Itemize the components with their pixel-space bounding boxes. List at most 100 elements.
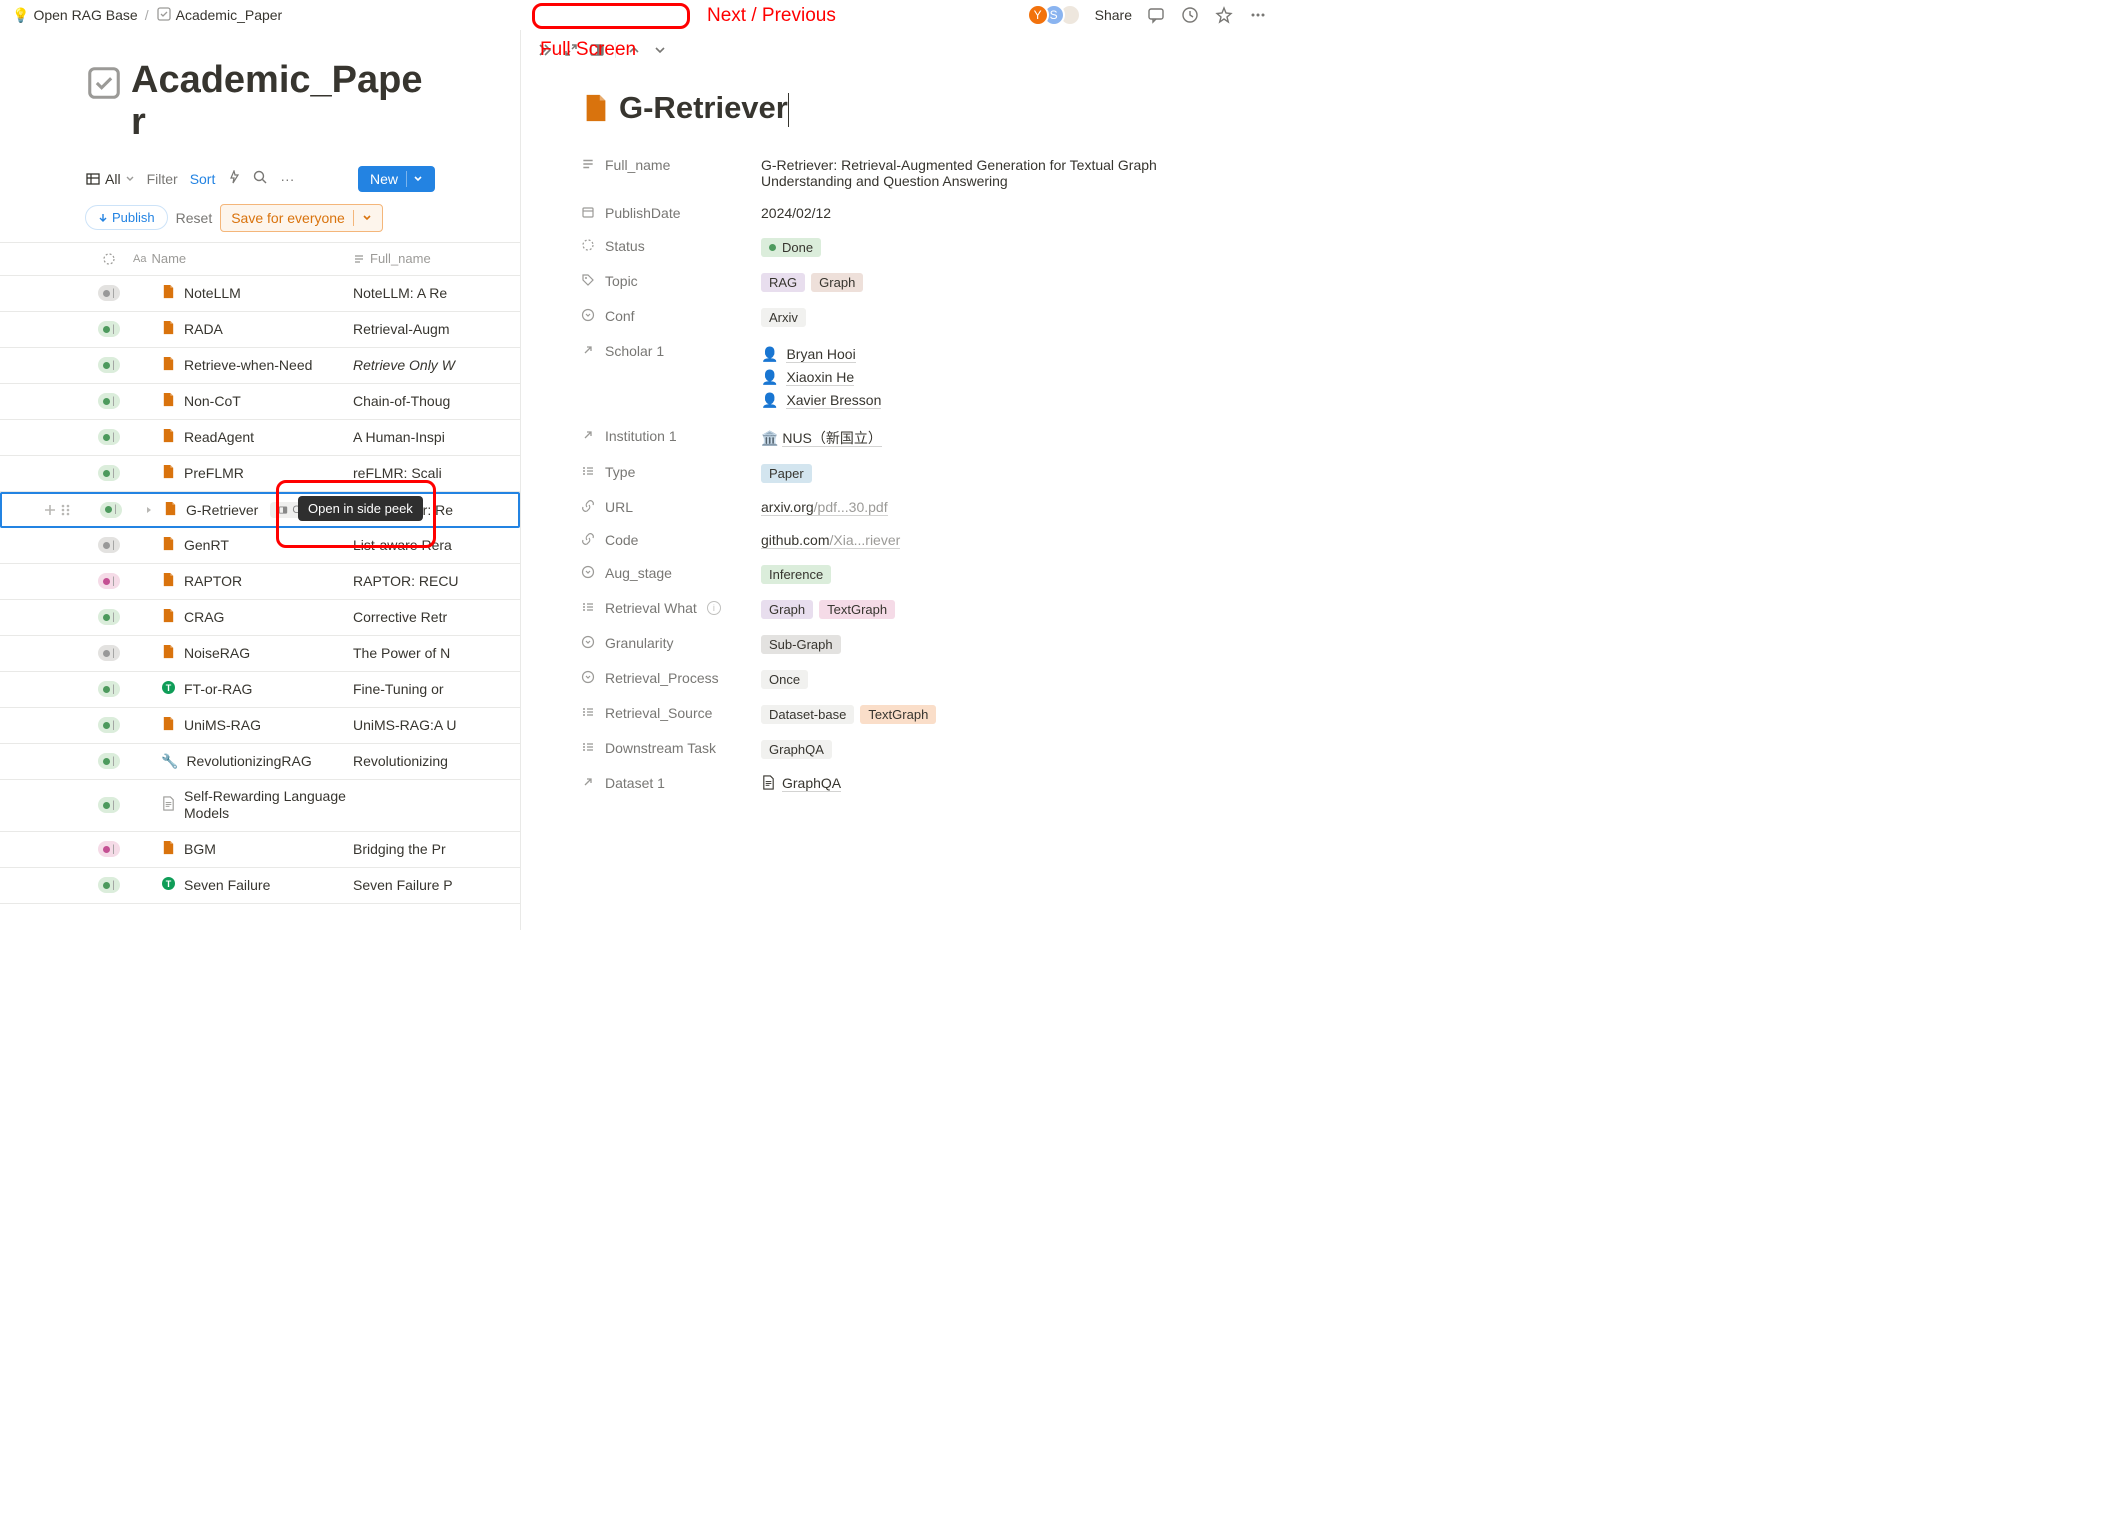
- status-cell[interactable]: |: [85, 841, 133, 857]
- property-value[interactable]: github.com/Xia...riever: [761, 532, 1220, 549]
- table-row[interactable]: | Retrieve-when-NeedRetrieve Only W: [0, 348, 520, 384]
- table-row[interactable]: |PreFLMRreFLMR: Scali: [0, 456, 520, 492]
- status-cell[interactable]: |: [85, 573, 133, 589]
- chevron-down-icon[interactable]: [406, 171, 423, 187]
- table-row[interactable]: |Self-Rewarding Language Models: [0, 780, 520, 832]
- star-icon[interactable]: [1214, 5, 1234, 25]
- prev-icon[interactable]: [622, 38, 646, 62]
- table-row[interactable]: |🔧RevolutionizingRAGRevolutionizing: [0, 744, 520, 780]
- property-value[interactable]: G-Retriever: Retrieval-Augmented Generat…: [761, 157, 1220, 189]
- property-value[interactable]: Once: [761, 670, 1220, 689]
- fullname-cell[interactable]: Corrective Retr: [353, 609, 520, 625]
- name-cell[interactable]: ReadAgent: [161, 428, 353, 446]
- new-button[interactable]: New: [358, 166, 435, 192]
- table-row[interactable]: | NoteLLMNoteLLM: A Re: [0, 276, 520, 312]
- breadcrumb-root[interactable]: 💡 Open RAG Base: [12, 7, 138, 24]
- property-row[interactable]: Retrieval_ProcessOnce: [581, 662, 1220, 697]
- automation-icon[interactable]: [227, 170, 241, 187]
- table-row[interactable]: | BGMBridging the Pr: [0, 832, 520, 868]
- col-fullname[interactable]: Full_name: [353, 251, 520, 266]
- chevron-down-icon[interactable]: [353, 210, 372, 226]
- status-cell[interactable]: |: [85, 537, 133, 553]
- name-cell[interactable]: NoteLLM: [161, 284, 353, 302]
- fullname-cell[interactable]: Revolutionizing: [353, 753, 520, 769]
- property-row[interactable]: TopicRAGGraph: [581, 265, 1220, 300]
- property-value[interactable]: RAGGraph: [761, 273, 1220, 292]
- property-row[interactable]: StatusDone: [581, 230, 1220, 265]
- status-cell[interactable]: |: [85, 393, 133, 409]
- name-cell[interactable]: TSeven Failure: [161, 876, 353, 894]
- info-icon[interactable]: i: [707, 601, 721, 615]
- table-row[interactable]: |TSeven FailureSeven Failure P: [0, 868, 520, 904]
- property-row[interactable]: Retrieval WhatiGraphTextGraph: [581, 592, 1220, 627]
- more-icon[interactable]: [1248, 5, 1268, 25]
- fullname-cell[interactable]: Retrieval-Augm: [353, 321, 520, 337]
- status-cell[interactable]: |: [85, 681, 133, 697]
- table-row[interactable]: |ReadAgentA Human-Inspi: [0, 420, 520, 456]
- property-value[interactable]: 🏛️ NUS（新国立）: [761, 428, 1220, 448]
- table-row[interactable]: |CRAGCorrective Retr: [0, 600, 520, 636]
- property-value[interactable]: Done: [761, 238, 1220, 257]
- name-cell[interactable]: Non-CoT: [161, 392, 353, 410]
- fullname-cell[interactable]: The Power of N: [353, 645, 520, 661]
- fullname-cell[interactable]: UniMS-RAG:A U: [353, 717, 520, 733]
- name-cell[interactable]: GenRT: [161, 536, 353, 554]
- fullname-cell[interactable]: Retrieve Only W: [353, 357, 520, 373]
- col-name[interactable]: AaName: [133, 251, 353, 266]
- property-value[interactable]: 👤Bryan Hooi👤Xiaoxin He👤Xavier Bresson: [761, 343, 1220, 412]
- property-row[interactable]: Institution 1🏛️ NUS（新国立）: [581, 420, 1220, 456]
- expand-icon[interactable]: [135, 505, 163, 515]
- filter-button[interactable]: Filter: [147, 171, 178, 187]
- peek-mode-icon[interactable]: [585, 38, 609, 62]
- page-title[interactable]: Academic_Paper: [131, 60, 435, 144]
- table-row[interactable]: |RAPTORRAPTOR: RECU: [0, 564, 520, 600]
- sort-button[interactable]: Sort: [190, 171, 216, 187]
- comments-icon[interactable]: [1146, 5, 1166, 25]
- next-icon[interactable]: [648, 38, 672, 62]
- table-row[interactable]: |TFT-or-RAGFine-Tuning or: [0, 672, 520, 708]
- name-cell[interactable]: Self-Rewarding Language Models: [161, 788, 353, 822]
- fullname-cell[interactable]: Fine-Tuning or: [353, 681, 520, 697]
- col-status[interactable]: [85, 252, 133, 266]
- property-value[interactable]: Paper: [761, 464, 1220, 483]
- property-row[interactable]: Scholar 1👤Bryan Hooi👤Xiaoxin He👤Xavier B…: [581, 335, 1220, 420]
- name-cell[interactable]: CRAG: [161, 608, 353, 626]
- row-handles[interactable]: [42, 502, 72, 518]
- table-row[interactable]: |G-RetrieverOPENG-Retriever: Re: [0, 492, 520, 528]
- scholar-item[interactable]: 👤Xavier Bresson: [761, 389, 881, 412]
- fullname-cell[interactable]: NoteLLM: A Re: [353, 285, 520, 301]
- status-cell[interactable]: |: [85, 645, 133, 661]
- property-value[interactable]: Sub-Graph: [761, 635, 1220, 654]
- name-cell[interactable]: UniMS-RAG: [161, 716, 353, 734]
- fullname-cell[interactable]: Bridging the Pr: [353, 841, 520, 857]
- avatar-stack[interactable]: Y S: [1033, 4, 1081, 26]
- scholar-item[interactable]: 👤Bryan Hooi: [761, 343, 881, 366]
- property-value[interactable]: GraphQA: [761, 775, 1220, 792]
- fullname-cell[interactable]: RAPTOR: RECU: [353, 573, 520, 589]
- expand-icon[interactable]: [559, 38, 583, 62]
- publish-filter[interactable]: Publish: [85, 205, 168, 230]
- property-value[interactable]: GraphQA: [761, 740, 1220, 759]
- share-button[interactable]: Share: [1095, 7, 1132, 23]
- table-row[interactable]: |RADARetrieval-Augm: [0, 312, 520, 348]
- table-row[interactable]: |Non-CoTChain-of-Thoug: [0, 384, 520, 420]
- property-row[interactable]: Aug_stageInference: [581, 557, 1220, 592]
- name-cell[interactable]: NoiseRAG: [161, 644, 353, 662]
- name-cell[interactable]: BGM: [161, 840, 353, 858]
- property-value[interactable]: Arxiv: [761, 308, 1220, 327]
- property-row[interactable]: ConfArxiv: [581, 300, 1220, 335]
- property-row[interactable]: Retrieval_SourceDataset-baseTextGraph: [581, 697, 1220, 732]
- property-row[interactable]: Full_nameG-Retriever: Retrieval-Augmente…: [581, 149, 1220, 197]
- name-cell[interactable]: 🔧RevolutionizingRAG: [161, 753, 353, 770]
- status-cell[interactable]: |: [85, 285, 133, 301]
- name-cell[interactable]: Retrieve-when-Need: [161, 356, 353, 374]
- name-cell[interactable]: RADA: [161, 320, 353, 338]
- history-icon[interactable]: [1180, 5, 1200, 25]
- name-cell[interactable]: PreFLMR: [161, 464, 353, 482]
- status-cell[interactable]: |: [85, 357, 133, 373]
- view-tab-all[interactable]: All: [85, 171, 135, 187]
- fullname-cell[interactable]: A Human-Inspi: [353, 429, 520, 445]
- status-cell[interactable]: |: [85, 877, 133, 893]
- scholar-item[interactable]: 👤Xiaoxin He: [761, 366, 881, 389]
- property-value[interactable]: Dataset-baseTextGraph: [761, 705, 1220, 724]
